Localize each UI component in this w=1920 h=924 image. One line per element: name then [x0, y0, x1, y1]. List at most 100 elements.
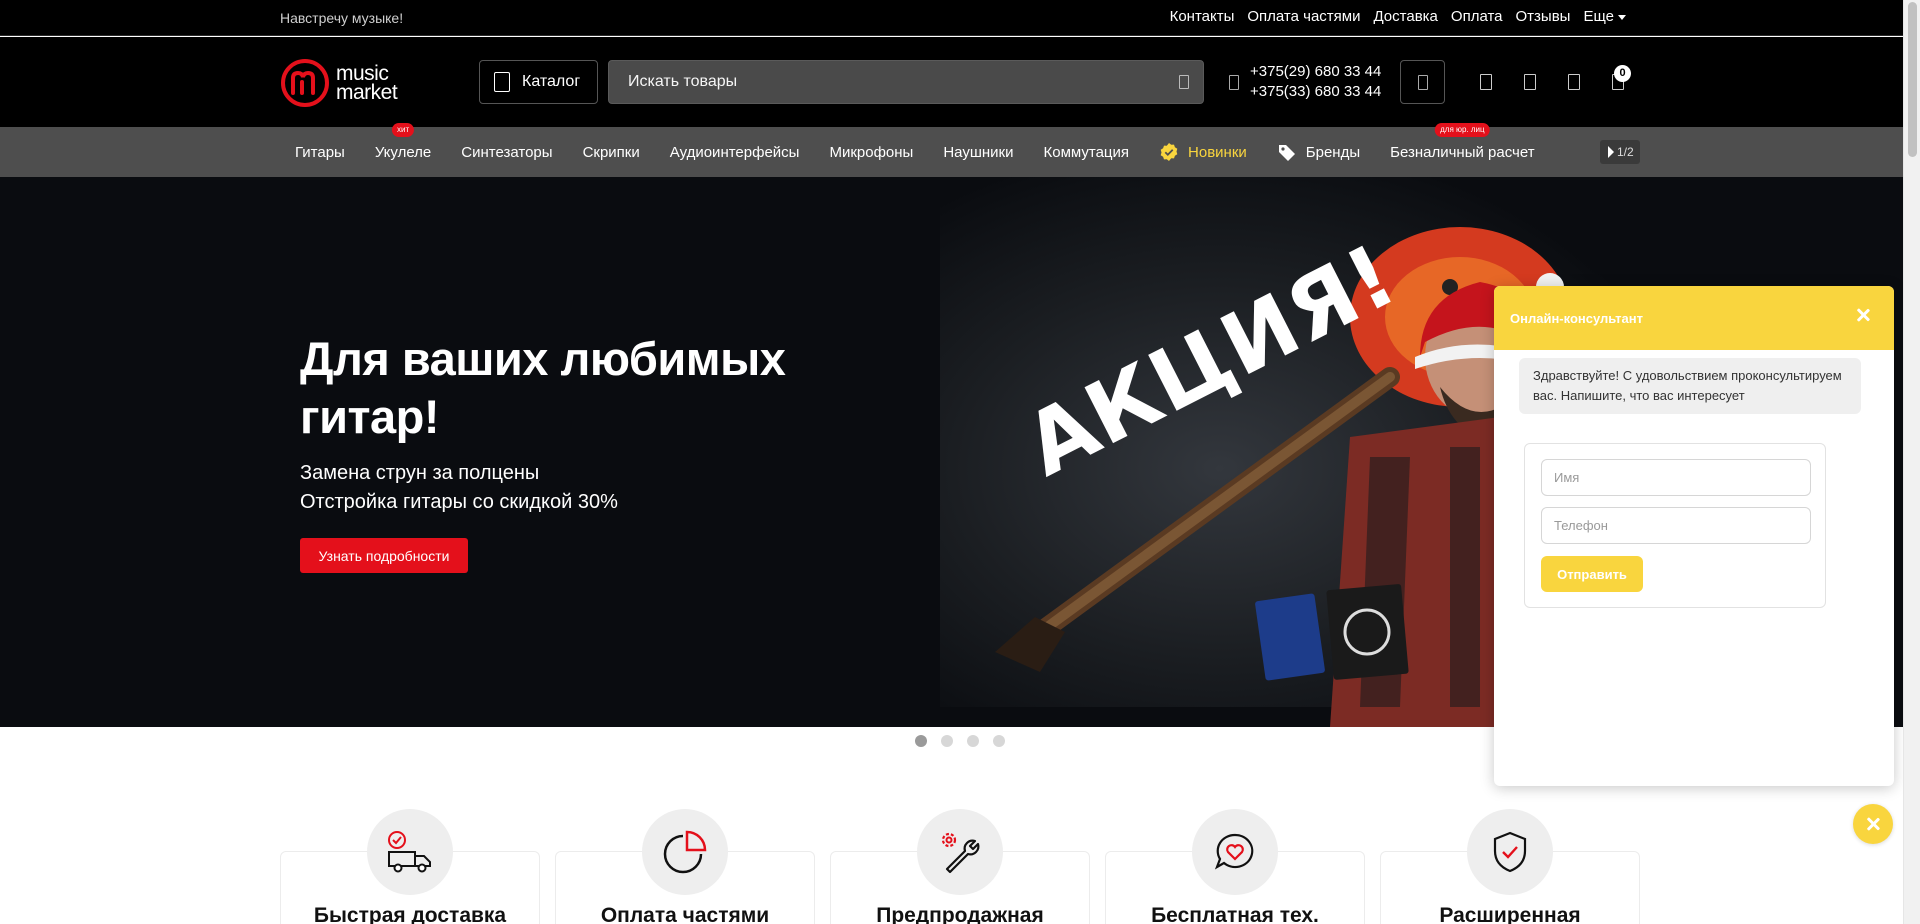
feature-card[interactable]: Расширенная: [1380, 809, 1640, 924]
close-icon[interactable]: [1854, 306, 1872, 324]
callback-icon: [1418, 75, 1428, 90]
nav-item-label: Наушники: [943, 143, 1014, 161]
slider-dot-4[interactable]: [993, 735, 1005, 747]
feature-title: Бесплатная тех.: [1151, 904, 1319, 924]
nav-item-label: Коммутация: [1043, 143, 1130, 161]
chat-toggle-button[interactable]: [1853, 804, 1893, 844]
nav-pager-label: 1/2: [1617, 145, 1634, 159]
slider-dot-3[interactable]: [967, 735, 979, 747]
nav-pager[interactable]: 1/2: [1600, 140, 1640, 164]
play-icon: [1608, 146, 1614, 158]
chat-title: Онлайн-консультант: [1510, 311, 1643, 326]
search-icon[interactable]: [1179, 75, 1189, 89]
feature-card[interactable]: Быстрая доставка: [280, 809, 540, 924]
nav-item-label: Бренды: [1305, 143, 1361, 161]
chat-greeting-message: Здравствуйте! С удовольствием проконсуль…: [1519, 358, 1861, 414]
nav-item-ukulele[interactable]: хит Укулеле: [360, 123, 446, 177]
feature-title: Предпродажная: [876, 904, 1044, 924]
nav-item-label: Аудиоинтерфейсы: [669, 143, 800, 161]
nav-item-headphones[interactable]: Наушники: [928, 127, 1028, 177]
nav-item-label: Микрофоны: [829, 143, 914, 161]
nav-item-label: Укулеле: [374, 143, 432, 161]
nav-item-microphones[interactable]: Микрофоны: [814, 127, 928, 177]
nav-item-label: Новинки: [1188, 143, 1247, 161]
top-link-more-label: Еще: [1583, 8, 1614, 25]
feature-card[interactable]: Оплата частями: [555, 809, 815, 924]
top-link-more[interactable]: Еще: [1583, 8, 1626, 25]
nav-item-audio-interfaces[interactable]: Аудиоинтерфейсы: [655, 127, 815, 177]
top-bar: Навстречу музыке! Контакты Оплата частям…: [0, 0, 1903, 36]
catalog-icon: [494, 72, 510, 92]
pie-chart-icon: [642, 809, 728, 895]
top-link-payment[interactable]: Оплата: [1451, 8, 1503, 25]
scrollbar-thumb[interactable]: [1908, 2, 1917, 157]
nav-item-new[interactable]: Новинки: [1144, 127, 1262, 177]
feature-card[interactable]: Предпродажная: [830, 809, 1090, 924]
feature-title: Быстрая доставка: [313, 904, 507, 924]
top-link-delivery[interactable]: Доставка: [1373, 8, 1437, 25]
catalog-button[interactable]: Каталог: [479, 60, 598, 104]
shield-check-icon: [1467, 809, 1553, 895]
features-row: Быстрая доставка Оплата частями Предпрод…: [280, 808, 1640, 924]
slider-dot-2[interactable]: [941, 735, 953, 747]
compare-icon[interactable]: [1480, 74, 1492, 90]
top-link-installments[interactable]: Оплата частями: [1247, 8, 1360, 25]
hero-title-line-2: гитар!: [300, 390, 440, 443]
page-scrollbar[interactable]: [1903, 0, 1920, 924]
search-box: [608, 60, 1204, 104]
top-link-contacts[interactable]: Контакты: [1170, 8, 1235, 25]
favorites-icon[interactable]: [1524, 74, 1536, 90]
phone-number-2[interactable]: +375(33) 680 33 44: [1250, 82, 1381, 102]
name-field[interactable]: [1541, 459, 1811, 496]
chat-heart-icon: [1192, 809, 1278, 895]
slider-dots: [915, 735, 1005, 747]
hero-details-button[interactable]: Узнать подробности: [300, 538, 468, 573]
nav-item-violins[interactable]: Скрипки: [568, 127, 655, 177]
logo[interactable]: music market: [280, 57, 420, 109]
search-input[interactable]: [609, 61, 1203, 103]
logo-line-2: market: [336, 81, 398, 104]
nav-item-label: Синтезаторы: [461, 143, 553, 161]
tag-icon: [1278, 145, 1295, 161]
nav-item-cashless[interactable]: для юр. лиц Безналичный расчет: [1375, 123, 1549, 177]
callback-button[interactable]: [1400, 60, 1445, 104]
nav-item-synthesizers[interactable]: Синтезаторы: [446, 127, 567, 177]
nav-item-label: Гитары: [295, 143, 345, 161]
user-icon[interactable]: [1568, 74, 1580, 90]
phone-icon: [1229, 75, 1239, 90]
hero-title-line-1: Для ваших любимых: [300, 332, 786, 385]
category-nav: Гитары хит Укулеле Синтезаторы Скрипки А…: [0, 123, 1903, 177]
logo-text: music market: [336, 63, 398, 104]
nav-item-label: Скрипки: [582, 143, 640, 161]
chat-header: Онлайн-консультант: [1494, 286, 1894, 350]
nav-item-cables[interactable]: Коммутация: [1029, 127, 1145, 177]
new-badge-icon: [1160, 143, 1178, 161]
legal-entities-badge: для юр. лиц: [1435, 123, 1490, 137]
top-links: Контакты Оплата частями Доставка Оплата …: [1170, 8, 1626, 25]
hero-subtitle-line-2: Отстройка гитары со скидкой 30%: [300, 491, 618, 513]
chat-form: Отправить: [1524, 443, 1826, 608]
delivery-truck-icon: [367, 809, 453, 895]
tagline: Навстречу музыке!: [280, 10, 404, 26]
hero-title: Для ваших любимых гитар!: [300, 330, 786, 446]
send-button[interactable]: Отправить: [1541, 556, 1643, 592]
phone-field[interactable]: [1541, 507, 1811, 544]
phone-numbers: +375(29) 680 33 44 +375(33) 680 33 44: [1250, 62, 1381, 102]
feature-title: Оплата частями: [600, 904, 770, 924]
nav-item-brands[interactable]: Бренды: [1262, 127, 1375, 177]
logo-mark-icon: [281, 59, 329, 107]
hit-badge: хит: [391, 123, 415, 137]
feature-title: Расширенная: [1439, 904, 1581, 924]
slider-dot-1[interactable]: [915, 735, 927, 747]
top-link-reviews[interactable]: Отзывы: [1516, 8, 1571, 25]
nav-item-guitars[interactable]: Гитары: [280, 127, 360, 177]
feature-card[interactable]: Бесплатная тех.: [1105, 809, 1365, 924]
phone-number-1[interactable]: +375(29) 680 33 44: [1250, 62, 1381, 82]
chevron-down-icon: [1618, 14, 1626, 20]
online-consultant-widget: Онлайн-консультант Здравствуйте! С удово…: [1494, 286, 1894, 786]
nav-item-label: Безналичный расчет: [1390, 143, 1535, 161]
hero-subtitle-line-1: Замена струн за полцены: [300, 462, 540, 484]
site-header: music market Каталог +375(29) 680 33 44 …: [0, 37, 1903, 127]
nav-items: Гитары хит Укулеле Синтезаторы Скрипки А…: [280, 123, 1550, 177]
cart-count-badge: 0: [1614, 65, 1631, 82]
